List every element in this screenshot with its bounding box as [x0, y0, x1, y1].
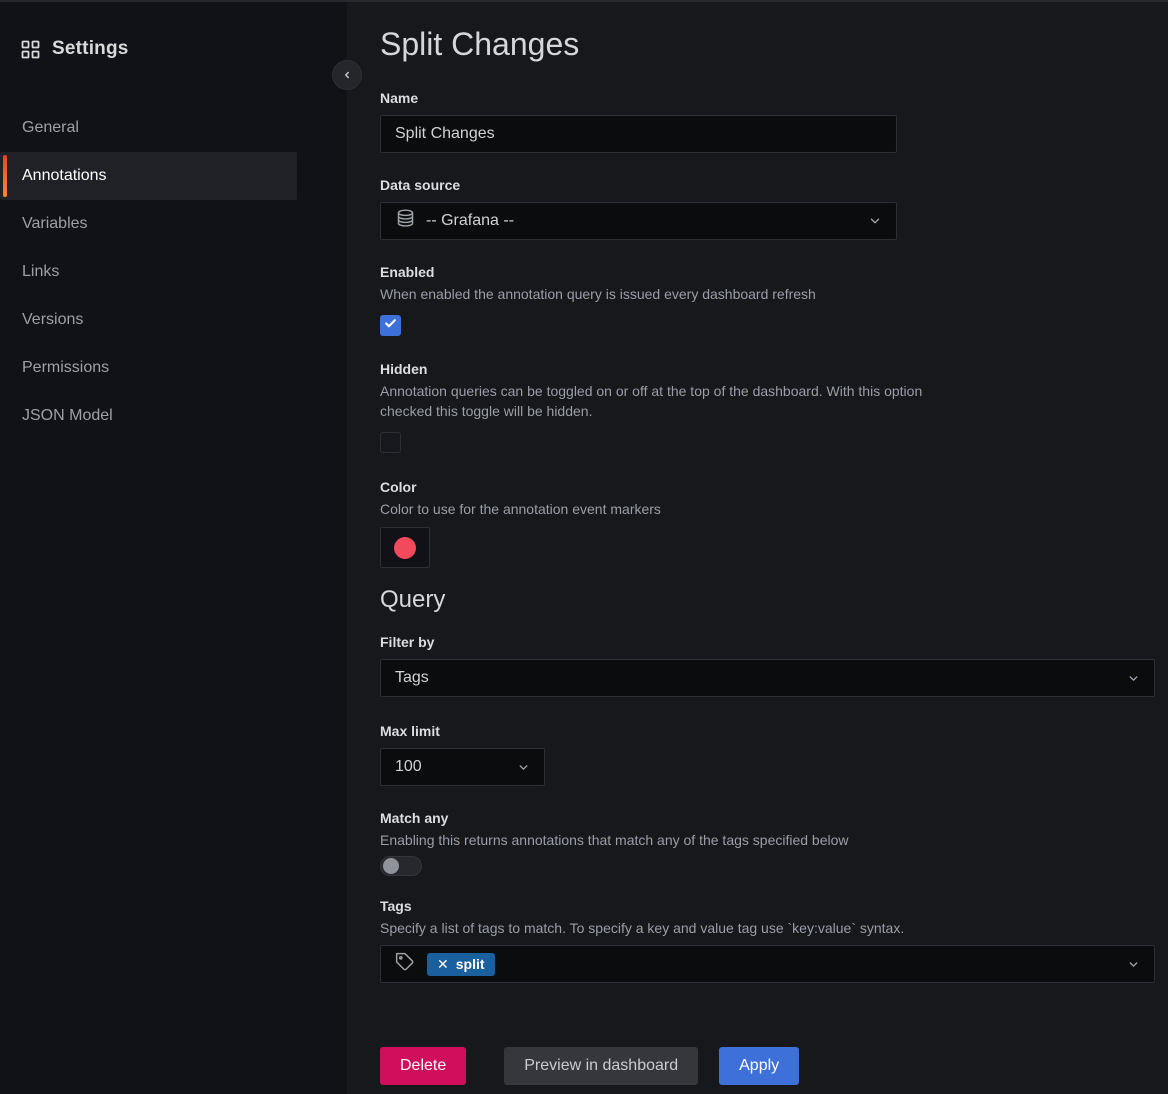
preview-in-dashboard-button[interactable]: Preview in dashboard	[504, 1047, 698, 1085]
settings-nav: General Annotations Variables Links Vers…	[0, 104, 297, 440]
database-icon	[395, 208, 416, 234]
max-limit-value: 100	[395, 758, 422, 776]
name-input[interactable]	[395, 125, 882, 143]
sidebar-item-variables[interactable]: Variables	[0, 200, 297, 248]
sidebar-header: Settings	[0, 38, 347, 60]
sidebar-item-json-model[interactable]: JSON Model	[0, 392, 297, 440]
match-any-label: Match any	[380, 810, 1155, 827]
chevron-left-icon	[342, 68, 352, 83]
enabled-label: Enabled	[380, 264, 1155, 281]
filter-by-field: Filter by Tags	[380, 634, 1155, 697]
tag-pill-label: split	[456, 956, 485, 972]
name-input-wrapper	[380, 115, 897, 153]
color-field: Color Color to use for the annotation ev…	[380, 479, 1155, 568]
filter-by-value: Tags	[395, 669, 429, 687]
enabled-field: Enabled When enabled the annotation quer…	[380, 264, 1155, 336]
tag-icon	[395, 952, 415, 977]
tag-pill-split[interactable]: ✕ split	[427, 953, 495, 976]
hidden-label: Hidden	[380, 361, 1155, 378]
max-limit-select[interactable]: 100	[380, 748, 545, 786]
sidebar-item-annotations[interactable]: Annotations	[0, 152, 297, 200]
max-limit-field: Max limit 100	[380, 723, 1155, 786]
hidden-description: Annotation queries can be toggled on or …	[380, 381, 960, 421]
query-section-heading: Query	[380, 586, 1155, 614]
tags-description: Specify a list of tags to match. To spec…	[380, 918, 1155, 938]
name-label: Name	[380, 90, 1155, 107]
color-swatch	[394, 537, 416, 559]
match-any-toggle[interactable]	[380, 856, 422, 876]
tags-label: Tags	[380, 898, 1155, 915]
check-icon	[384, 317, 397, 335]
hidden-checkbox[interactable]	[380, 432, 401, 453]
apply-button[interactable]: Apply	[719, 1047, 799, 1085]
sidebar-title: Settings	[52, 38, 129, 60]
collapse-sidebar-button[interactable]	[332, 60, 362, 90]
chevron-down-icon	[517, 761, 530, 774]
filter-by-label: Filter by	[380, 634, 1155, 651]
toggle-knob	[383, 858, 399, 874]
annotation-editor: Split Changes Name Data source	[347, 2, 1168, 1094]
chevron-down-icon	[1127, 958, 1140, 971]
tags-field: Tags Specify a list of tags to match. To…	[380, 898, 1155, 983]
delete-button[interactable]: Delete	[380, 1047, 466, 1085]
tags-input[interactable]: ✕ split	[380, 945, 1155, 983]
match-any-field: Match any Enabling this returns annotati…	[380, 810, 1155, 876]
color-picker[interactable]	[380, 527, 430, 568]
action-buttons: Delete Preview in dashboard Apply	[380, 1047, 1155, 1085]
apps-grid-icon	[21, 40, 40, 59]
sidebar-item-permissions[interactable]: Permissions	[0, 344, 297, 392]
filter-by-select[interactable]: Tags	[380, 659, 1155, 697]
chevron-down-icon	[868, 214, 882, 228]
max-limit-label: Max limit	[380, 723, 1155, 740]
dashboard-settings-page: Settings General Annotations Variables L…	[0, 2, 1168, 1094]
hidden-field: Hidden Annotation queries can be toggled…	[380, 361, 1155, 453]
data-source-value: -- Grafana --	[426, 212, 514, 230]
enabled-checkbox[interactable]	[380, 315, 401, 336]
sidebar-item-general[interactable]: General	[0, 104, 297, 152]
match-any-description: Enabling this returns annotations that m…	[380, 830, 1155, 850]
color-label: Color	[380, 479, 1155, 496]
sidebar-item-versions[interactable]: Versions	[0, 296, 297, 344]
data-source-label: Data source	[380, 177, 1155, 194]
enabled-description: When enabled the annotation query is iss…	[380, 284, 1155, 304]
color-description: Color to use for the annotation event ma…	[380, 499, 1155, 519]
chevron-down-icon	[1127, 672, 1140, 685]
settings-sidebar: Settings General Annotations Variables L…	[0, 2, 347, 1094]
name-field: Name	[380, 90, 1155, 153]
sidebar-item-links[interactable]: Links	[0, 248, 297, 296]
data-source-select[interactable]: -- Grafana --	[380, 202, 897, 240]
close-icon[interactable]: ✕	[437, 957, 449, 971]
data-source-field: Data source -- Grafana --	[380, 177, 1155, 240]
page-title: Split Changes	[380, 26, 1155, 63]
